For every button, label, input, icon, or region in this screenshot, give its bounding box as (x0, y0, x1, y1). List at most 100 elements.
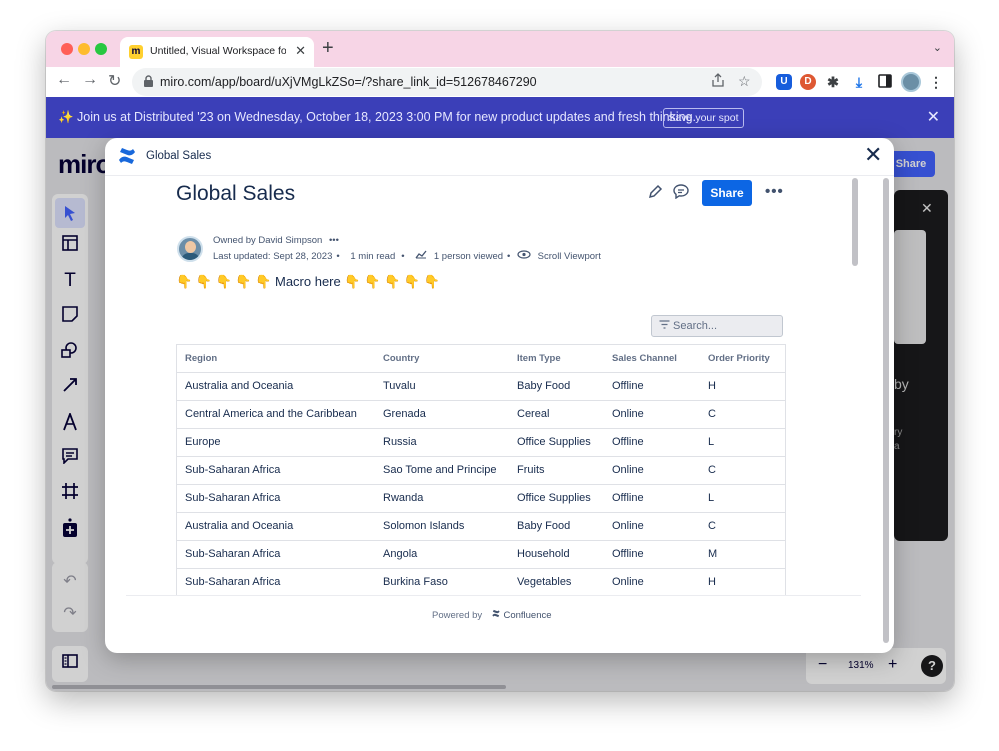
cell-country: Rwanda (375, 484, 509, 513)
tab-search-chevron-icon[interactable]: ⌄ (933, 41, 942, 54)
modal-close-icon[interactable]: ✕ (864, 143, 882, 167)
close-window-button[interactable] (61, 43, 73, 55)
confluence-small-icon (491, 609, 504, 621)
browser-menu-icon[interactable]: ⋮ (928, 74, 944, 90)
column-header-sales-channel[interactable]: Sales Channel (604, 345, 700, 373)
confluence-logo-icon (117, 146, 137, 171)
modal-scrollbar[interactable] (883, 178, 889, 643)
footer-divider (126, 595, 861, 596)
page-metadata: Last updated: Sept 28, 2023 • 1 min read •… (213, 250, 601, 262)
sales-table: Region Country Item Type Sales Channel O… (176, 344, 786, 596)
minimize-window-button[interactable] (78, 43, 90, 55)
back-button[interactable]: ← (56, 71, 72, 89)
cell-order-priority: M (700, 540, 785, 569)
banner-close-icon[interactable]: ✕ (927, 107, 940, 127)
side-panel-icon[interactable] (877, 74, 893, 90)
cell-sales-channel: Offline (604, 428, 700, 457)
cell-sales-channel: Online (604, 400, 700, 429)
table-row[interactable]: Sub-Saharan Africa Angola Household Offline… (177, 540, 785, 569)
column-header-item-type[interactable]: Item Type (509, 345, 604, 373)
new-tab-button[interactable]: + (322, 37, 334, 60)
cell-order-priority: L (700, 484, 785, 513)
reload-button[interactable]: ↻ (108, 71, 121, 91)
cell-region: Central America and the Caribbean (177, 400, 375, 429)
table-row[interactable]: Europe Russia Office Supplies Offline L (177, 428, 785, 457)
content-scrollbar[interactable] (852, 178, 858, 598)
bookmark-star-icon[interactable]: ☆ (738, 73, 751, 90)
duckduckgo-extension-icon[interactable]: D (800, 74, 816, 90)
avatar-face (185, 241, 196, 253)
bitwarden-extension-icon[interactable]: U (776, 74, 792, 90)
table-row[interactable]: Sub-Saharan Africa Sao Tome and Principe F… (177, 456, 785, 485)
more-actions-icon[interactable]: ••• (765, 183, 784, 200)
content-scrollbar-thumb[interactable] (852, 178, 858, 266)
author-avatar[interactable] (177, 236, 203, 262)
column-header-region[interactable]: Region (177, 345, 375, 373)
cell-country: Burkina Faso (375, 568, 509, 596)
modal-scrollbar-thumb[interactable] (883, 178, 889, 643)
owned-by: Owned by David Simpson ••• (213, 235, 339, 246)
cell-item-type: Fruits (509, 456, 604, 485)
extensions-puzzle-icon[interactable]: ✱ (825, 74, 841, 90)
downloads-icon[interactable]: ⤓ (851, 74, 867, 90)
cell-sales-channel: Offline (604, 372, 700, 401)
cell-item-type: Cereal (509, 400, 604, 429)
table-row[interactable]: Sub-Saharan Africa Burkina Faso Vegetables… (177, 568, 785, 596)
cell-region: Australia and Oceania (177, 372, 375, 401)
cell-region: Sub-Saharan Africa (177, 456, 375, 485)
cell-order-priority: H (700, 568, 785, 596)
cell-sales-channel: Offline (604, 484, 700, 513)
confluence-brand[interactable]: Confluence (503, 610, 551, 621)
owner-more-icon[interactable]: ••• (329, 235, 339, 246)
address-bar[interactable]: miro.com/app/board/uXjVMgLkZSo=/?share_l… (132, 68, 762, 96)
miro-favicon-icon: m (129, 45, 143, 59)
search-placeholder: Search... (673, 320, 718, 332)
edit-pencil-icon[interactable] (648, 184, 663, 203)
cell-item-type: Office Supplies (509, 484, 604, 513)
cell-region: Europe (177, 428, 375, 457)
table-row[interactable]: Central America and the Caribbean Grenada… (177, 400, 785, 429)
share-page-icon[interactable] (712, 73, 724, 90)
table-row[interactable]: Sub-Saharan Africa Rwanda Office Supplies O… (177, 484, 785, 513)
cell-country: Sao Tome and Principe (375, 456, 509, 485)
avatar-body (181, 253, 200, 260)
powered-by: Powered by Confluence (432, 609, 552, 621)
read-time: 1 min read (350, 251, 396, 262)
cell-sales-channel: Online (604, 456, 700, 485)
cell-item-type: Baby Food (509, 512, 604, 541)
owned-by-text[interactable]: Owned by David Simpson (213, 235, 322, 246)
cell-sales-channel: Offline (604, 540, 700, 569)
scroll-viewport-icon (517, 250, 534, 262)
cell-country: Angola (375, 540, 509, 569)
table-row[interactable]: Australia and Oceania Solomon Islands Baby… (177, 512, 785, 541)
cell-sales-channel: Online (604, 512, 700, 541)
tab-close-icon[interactable]: ✕ (295, 43, 306, 59)
table-search-input[interactable]: Search... (651, 315, 783, 337)
share-button[interactable]: Share (702, 180, 752, 206)
cell-region: Australia and Oceania (177, 512, 375, 541)
cell-country: Russia (375, 428, 509, 457)
macro-placeholder: 👇 👇 👇 👇 👇 Macro here 👇 👇 👇 👇 👇 (176, 274, 440, 289)
browser-tab[interactable]: m Untitled, Visual Workspace for ✕ (120, 37, 314, 67)
comment-bubble-icon[interactable] (673, 184, 689, 204)
modal-header: Global Sales ✕ (105, 138, 894, 176)
modal-title: Global Sales (146, 150, 212, 162)
table-row[interactable]: Australia and Oceania Tuvalu Baby Food Offl… (177, 372, 785, 401)
save-your-spot-button[interactable]: Save your spot (663, 108, 744, 128)
profile-avatar[interactable] (901, 72, 921, 92)
cell-country: Solomon Islands (375, 512, 509, 541)
cell-order-priority: L (700, 428, 785, 457)
scroll-viewport-link[interactable]: Scroll Viewport (538, 251, 601, 262)
forward-button[interactable]: → (82, 71, 98, 89)
column-header-order-priority[interactable]: Order Priority (700, 345, 785, 373)
cell-item-type: Vegetables (509, 568, 604, 596)
cell-item-type: Household (509, 540, 604, 569)
table-header-row: Region Country Item Type Sales Channel O… (177, 345, 785, 373)
cell-country: Grenada (375, 400, 509, 429)
maximize-window-button[interactable] (95, 43, 107, 55)
site-info-icon[interactable] (143, 75, 154, 90)
column-header-country[interactable]: Country (375, 345, 509, 373)
cell-item-type: Office Supplies (509, 428, 604, 457)
viewers-count[interactable]: 1 person viewed (434, 251, 503, 262)
url-text: miro.com/app/board/uXjVMgLkZSo=/?share_l… (160, 75, 537, 89)
